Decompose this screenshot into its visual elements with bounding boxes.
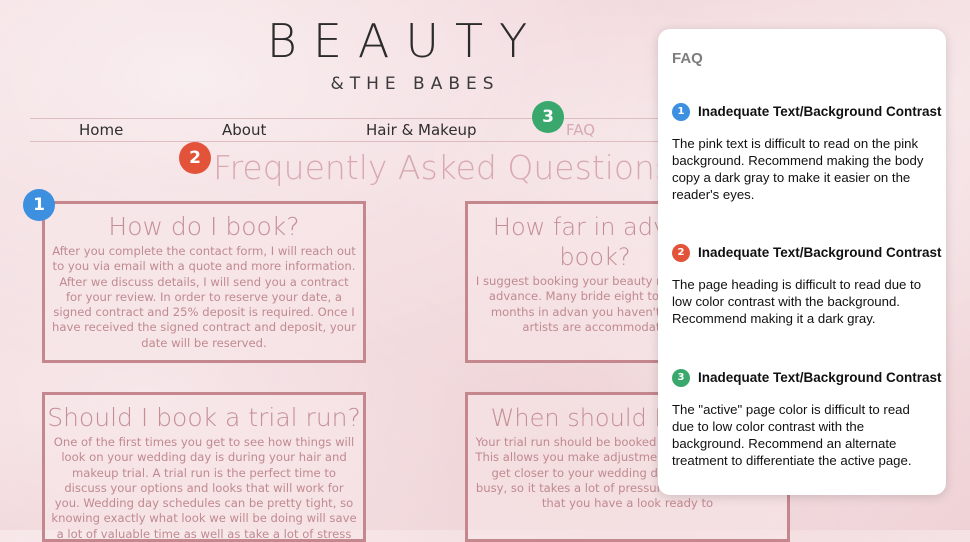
faq-card: How do I book? After you complete the co… [42, 201, 366, 363]
nav-item-faq[interactable]: FAQ [566, 121, 595, 139]
issue-number-badge: 2 [672, 244, 690, 262]
faq-card: Should I book a trial run? One of the fi… [42, 392, 366, 542]
nav-item-home[interactable]: Home [79, 121, 123, 139]
faq-question: Should I book a trial run? [47, 403, 361, 432]
nav-item-hair-makeup[interactable]: Hair & Makeup [366, 121, 477, 139]
nav-divider-bottom [30, 141, 670, 142]
issue-title: Inadequate Text/Background Contrast [698, 245, 942, 260]
faq-answer: One of the first times you get to see ho… [51, 435, 357, 541]
issue-number-badge: 3 [672, 369, 690, 387]
annotation-marker-2: 2 [179, 142, 211, 174]
faq-question: How do I book? [108, 212, 300, 241]
page-title: Frequently Asked Questions [213, 148, 673, 187]
issue-title: Inadequate Text/Background Contrast [698, 370, 942, 385]
issue-description: The "active" page color is difficult to … [672, 402, 912, 468]
panel-title: FAQ [672, 50, 703, 67]
review-panel: FAQ 1 Inadequate Text/Background Contras… [658, 29, 946, 495]
faq-answer: After you complete the contact form, I w… [52, 244, 356, 350]
issue-description: The pink text is difficult to read on th… [672, 136, 924, 202]
issue-number-badge: 1 [672, 103, 690, 121]
issue-title: Inadequate Text/Background Contrast [698, 104, 942, 119]
annotation-marker-3: 3 [532, 101, 564, 133]
issue-description: The page heading is difficult to read du… [672, 277, 922, 326]
annotation-marker-1: 1 [23, 189, 55, 221]
nav-divider-top [30, 118, 670, 119]
nav-item-about[interactable]: About [222, 121, 266, 139]
